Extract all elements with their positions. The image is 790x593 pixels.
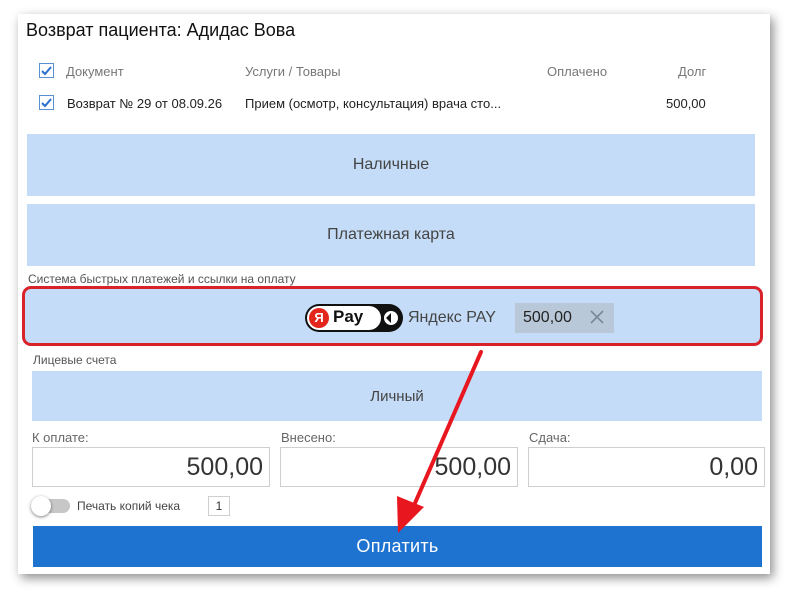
card-button[interactable]: Платежная карта	[27, 204, 755, 266]
card-button-label: Платежная карта	[327, 226, 455, 243]
pay-button[interactable]: Оплатить	[33, 526, 762, 567]
select-all-checkbox[interactable]	[39, 63, 54, 78]
to-pay-field: 500,00	[32, 447, 270, 487]
yandex-logo-icon: Я	[309, 308, 329, 328]
accounts-section-label: Лицевые счета	[33, 353, 117, 367]
clear-amount-icon[interactable]	[589, 309, 605, 325]
print-copies-label: Печать копий чека	[77, 499, 181, 513]
pay-logo-text: Pay	[333, 307, 364, 326]
deposited-field[interactable]: 500,00	[280, 447, 518, 487]
yandex-pay-amount: 500,00	[515, 303, 614, 333]
pay-button-label: Оплатить	[356, 536, 439, 556]
row-services: Прием (осмотр, консультация) врача сто..…	[245, 96, 502, 111]
check-icon	[41, 66, 52, 76]
change-field: 0,00	[528, 447, 765, 487]
check-icon	[41, 98, 52, 108]
yandex-pay-logo: Я Pay	[305, 304, 403, 332]
fast-payments-section-label: Система быстрых платежей и ссылки на опл…	[28, 272, 296, 286]
personal-account-label: Личный	[370, 387, 424, 405]
column-header-services: Услуги / Товары	[245, 64, 341, 79]
pay-arc-icon	[384, 311, 398, 325]
row-document: Возврат № 29 от 08.09.26	[67, 96, 223, 111]
toggle-knob	[31, 496, 51, 516]
yandex-pay-label: Яндекс PAY	[408, 309, 496, 326]
row-checkbox[interactable]	[39, 95, 54, 110]
print-copies-toggle[interactable]	[31, 496, 70, 516]
cash-button[interactable]: Наличные	[27, 134, 755, 196]
row-debt: 500,00	[666, 96, 706, 111]
to-pay-label: К оплате:	[32, 430, 89, 445]
personal-account-button[interactable]: Личный	[32, 371, 762, 421]
yandex-pay-amount-value: 500,00	[523, 309, 572, 326]
dialog-title: Возврат пациента: Адидас Вова	[26, 20, 296, 40]
column-header-document: Документ	[66, 64, 124, 79]
copies-count-input[interactable]: 1	[208, 496, 230, 516]
deposited-label: Внесено:	[281, 430, 336, 445]
change-label: Сдача:	[529, 430, 571, 445]
column-header-debt: Долг	[678, 64, 707, 79]
cash-button-label: Наличные	[352, 156, 430, 173]
column-header-paid: Оплачено	[547, 64, 608, 79]
